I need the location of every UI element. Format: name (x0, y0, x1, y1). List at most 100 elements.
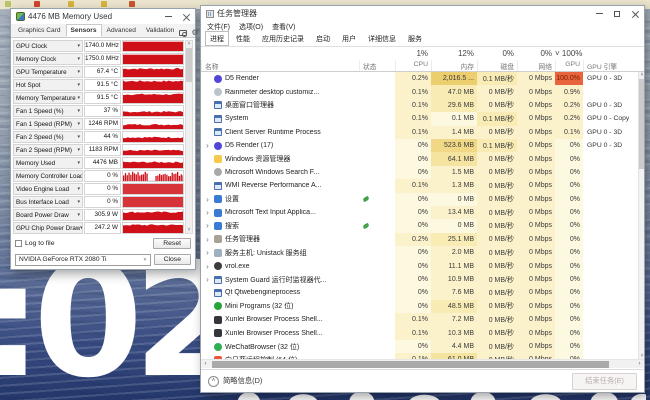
table-row[interactable]: Qt Qtwebengineprocess0%7.6 MB0 MB/秒0 Mbp… (201, 286, 638, 299)
sensor-label-dropdown[interactable]: GPU Temperature▾ (13, 66, 83, 78)
sensor-row: Bus Interface Load▾0 % (13, 196, 184, 208)
scroll-down-icon[interactable]: ˅ (188, 227, 191, 233)
sensor-label-dropdown[interactable]: Fan 2 Speed (RPM)▾ (13, 144, 83, 156)
sensor-label-dropdown[interactable]: Fan 1 Speed (RPM)▾ (13, 118, 83, 130)
cell-gpu-engine (583, 286, 638, 299)
tab-应用历史记录[interactable]: 应用历史记录 (257, 31, 309, 46)
expander-icon[interactable]: › (204, 141, 211, 150)
end-task-button[interactable]: 结束任务(E) (572, 373, 637, 390)
scrollbar-thumb[interactable] (639, 79, 644, 169)
expander-icon[interactable]: › (204, 235, 211, 244)
gpu-selector-dropdown[interactable]: NVIDIA GeForce RTX 2080 Ti ˅ (15, 254, 151, 266)
column-header-cpu[interactable]: CPU (395, 60, 431, 71)
sensor-label-dropdown[interactable]: Memory Temperature▾ (13, 92, 83, 104)
maximize-button[interactable] (608, 6, 626, 21)
table-row[interactable]: Xunlei Browser Process Shell...0.1%10.3 … (201, 326, 638, 339)
tab-graphics-card[interactable]: Graphics Card (13, 24, 66, 37)
column-total-cpu: 1% (395, 47, 431, 60)
table-row[interactable]: Microsoft Windows Search F...0%1.5 MB0 M… (201, 166, 638, 179)
tab-validation[interactable]: Validation (141, 24, 179, 37)
expander-icon[interactable]: › (204, 262, 211, 271)
column-header-status[interactable]: 状态 (359, 60, 395, 71)
tab-advanced[interactable]: Advanced (102, 24, 141, 37)
minimize-button[interactable] (590, 6, 608, 21)
sensor-label-dropdown[interactable]: Fan 1 Speed (%)▾ (13, 105, 83, 117)
expander-icon[interactable]: › (204, 195, 211, 204)
tab-sensors[interactable]: Sensors (66, 24, 102, 37)
expander-icon[interactable]: › (204, 221, 211, 230)
sensor-label-dropdown[interactable]: Memory Controller Load▾ (13, 170, 83, 182)
minimize-button[interactable] (159, 9, 177, 24)
sensor-label-dropdown[interactable]: Hot Spot▾ (13, 79, 83, 91)
gear-icon[interactable]: ⚙ (191, 29, 198, 37)
gpuz-tab-bar: Graphics CardSensorsAdvancedValidation ⚙ (11, 24, 195, 38)
sensor-label-dropdown[interactable]: Fan 2 Speed (%)▾ (13, 131, 83, 143)
table-row[interactable]: ›vrol.exe0%11.1 MB0 MB/秒0 Mbps0% (201, 259, 638, 272)
rainmeter-icon (214, 88, 222, 96)
gpuz-scrollbar[interactable]: ˄ ˅ (185, 40, 193, 234)
tab-启动[interactable]: 启动 (311, 31, 335, 46)
table-row[interactable]: D5 Render0.2%2,016.5 ...0.1 MB/秒0 Mbps10… (201, 72, 638, 85)
column-header-engine[interactable]: GPU 引擎 (583, 60, 638, 71)
scrollbar-thumb[interactable] (212, 361, 609, 368)
sensor-label-dropdown[interactable]: Memory Clock▾ (13, 53, 83, 65)
table-row[interactable]: ›D5 Render (17)0%523.6 MB0.1 MB/秒0 Mbps0… (201, 139, 638, 152)
log-to-file-checkbox[interactable] (15, 240, 22, 247)
sensor-label-dropdown[interactable]: Video Engine Load▾ (13, 183, 83, 195)
column-header-name[interactable]: 名称 (201, 60, 359, 71)
gpuz-titlebar[interactable]: 4476 MB Memory Used (11, 9, 195, 24)
sensor-label-dropdown[interactable]: GPU Clock▾ (13, 40, 83, 52)
expander-icon[interactable]: › (204, 248, 211, 257)
close-button[interactable] (626, 6, 644, 21)
table-row[interactable]: Windows 资源管理器0%64.1 MB0 MB/秒0 Mbps0% (201, 152, 638, 165)
table-row[interactable]: Mini Programs (32 位)0%48.5 MB0 MB/秒0 Mbp… (201, 300, 638, 313)
table-row[interactable]: System0.1%0.1 MB0.1 MB/秒0 Mbps0.2%GPU 0 … (201, 112, 638, 125)
cell-disk: 0.1 MB/秒 (477, 72, 517, 85)
scrollbar-thumb[interactable] (186, 48, 192, 82)
fewer-details-chevron-icon[interactable]: ˄ (208, 376, 219, 387)
tab-用户[interactable]: 用户 (337, 31, 361, 46)
tab-详细信息[interactable]: 详细信息 (363, 31, 401, 46)
scroll-left-icon[interactable]: ‹ (201, 361, 210, 367)
cell-gpu-engine: GPU 0 - 3D (583, 139, 638, 152)
vertical-scrollbar[interactable]: ˄ ˅ (638, 72, 644, 359)
sensor-label-dropdown[interactable]: Memory Used▾ (13, 157, 83, 169)
camera-icon[interactable] (179, 30, 187, 36)
fewer-details-toggle[interactable]: 简略信息(D) (223, 376, 262, 386)
tab-性能[interactable]: 性能 (231, 31, 255, 46)
expander-icon[interactable]: › (204, 208, 211, 217)
table-row[interactable]: WeChatBrowser (32 位)0%4.4 MB0 MB/秒0 Mbps… (201, 340, 638, 353)
table-row[interactable]: Client Server Runtime Process0.1%1.4 MB0… (201, 126, 638, 139)
column-header-net[interactable]: 网络 (517, 60, 555, 71)
table-row[interactable]: ›Microsoft Text Input Applica...0%13.4 M… (201, 206, 638, 219)
table-row[interactable]: ›System Guard 运行时监视器代...0%10.9 MB0 MB/秒0… (201, 273, 638, 286)
scroll-right-icon[interactable]: › (635, 361, 644, 367)
gpuz-close-button[interactable]: Close (154, 254, 191, 265)
reset-button[interactable]: Reset (153, 238, 191, 249)
tab-服务[interactable]: 服务 (403, 31, 427, 46)
taskmgr-titlebar[interactable]: 任务管理器 (201, 6, 644, 21)
sensor-label-dropdown[interactable]: Bus Interface Load▾ (13, 196, 83, 208)
tab-进程[interactable]: 进程 (205, 31, 229, 46)
table-row[interactable]: WMI Reverse Performance A...0.1%1.3 MB0 … (201, 179, 638, 192)
column-header-gpu[interactable]: GPU (555, 60, 583, 71)
cell-disk: 0 MB/秒 (477, 193, 517, 206)
sensor-label-dropdown[interactable]: GPU Chip Power Draw▾ (13, 222, 83, 234)
table-row[interactable]: ›搜索0%0 MB0 MB/秒0 Mbps0% (201, 219, 638, 232)
table-row[interactable]: Rainmeter desktop customiz...0.1%47.0 MB… (201, 85, 638, 98)
expander-icon[interactable]: › (204, 275, 211, 284)
cell-mem: 48.5 MB (431, 300, 477, 313)
table-row[interactable]: ›服务主机: Unistack 服务组0%2.0 MB0 MB/秒0 Mbps0… (201, 246, 638, 259)
table-row[interactable]: Xunlei Browser Process Shell...0.1%7.2 M… (201, 313, 638, 326)
table-row[interactable]: 桌面窗口管理器0.1%29.6 MB0 MB/秒0 Mbps0.2%GPU 0 … (201, 99, 638, 112)
table-row[interactable]: ›任务管理器0.2%25.1 MB0 MB/秒0 Mbps0% (201, 233, 638, 246)
table-row[interactable]: ›设置0%0 MB0 MB/秒0 Mbps0% (201, 193, 638, 206)
horizontal-scrollbar[interactable]: ‹ › (201, 359, 644, 368)
close-button[interactable] (177, 9, 195, 24)
scroll-up-icon[interactable]: ˄ (188, 41, 191, 47)
sensor-label-dropdown[interactable]: Board Power Draw▾ (13, 209, 83, 221)
cell-cpu: 0% (395, 206, 431, 219)
column-header-mem[interactable]: 内存 (431, 60, 477, 71)
scroll-up-icon[interactable]: ˄ (641, 72, 644, 78)
column-header-disk[interactable]: 磁盘 (477, 60, 517, 71)
